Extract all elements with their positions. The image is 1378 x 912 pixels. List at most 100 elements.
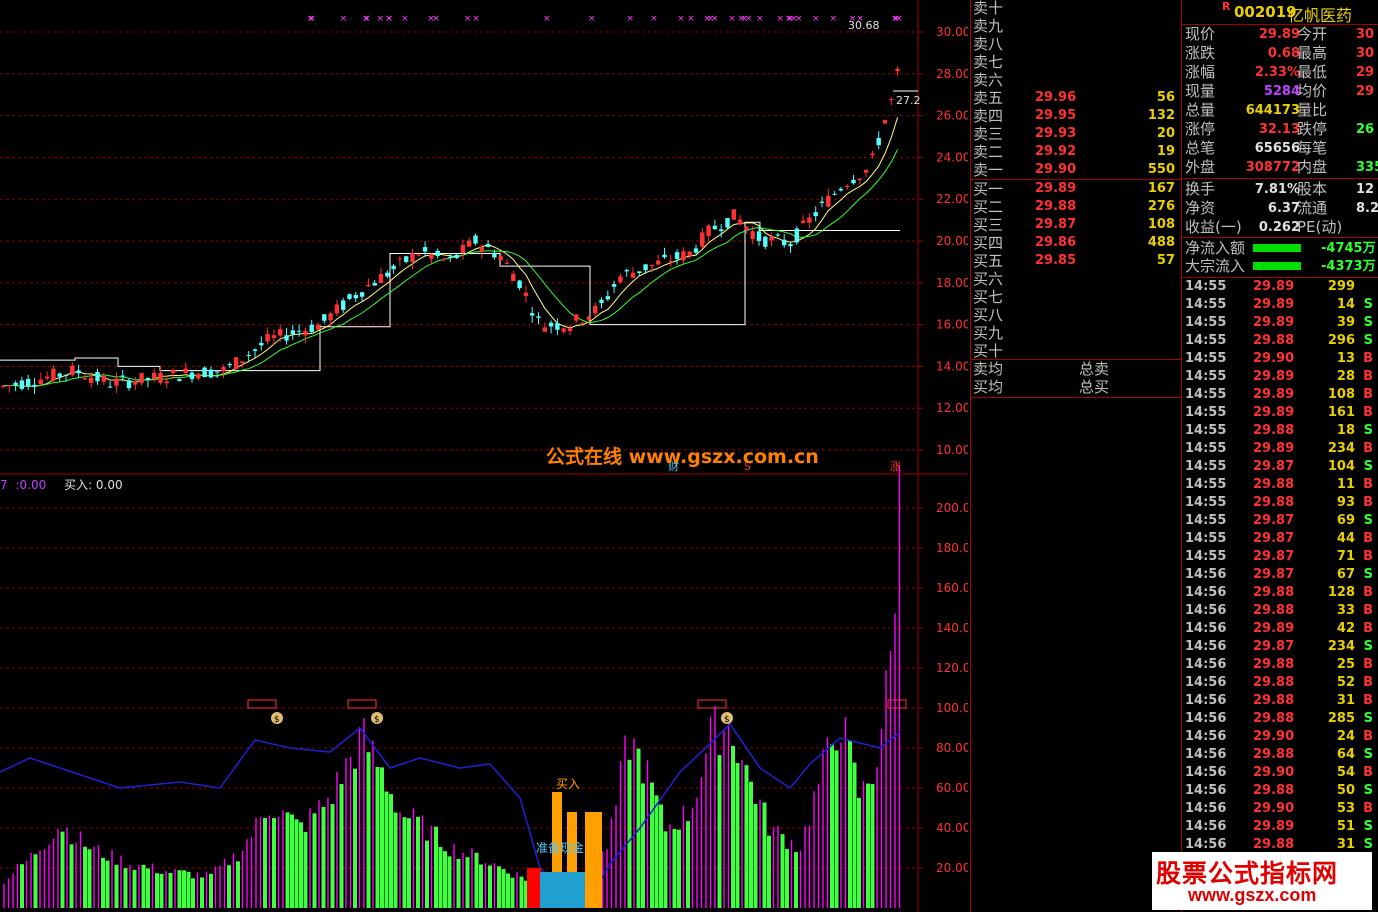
ind-bar-falling <box>123 868 128 908</box>
signal-x-mark: × <box>543 14 551 24</box>
quote-label: 跌停 <box>1297 120 1328 138</box>
quote-label: 外盘 <box>1185 158 1216 176</box>
quote-value: 30 <box>1356 46 1375 61</box>
ind-bar-falling <box>303 831 308 908</box>
candle-body <box>788 244 793 247</box>
candle-body <box>548 322 554 327</box>
sell-level-label: 卖十 <box>973 0 1004 17</box>
tick-price: 29.87 <box>1253 567 1295 582</box>
candle-body <box>819 201 825 203</box>
buy-level-label: 买六 <box>973 270 1004 288</box>
quote-label: 内盘 <box>1297 158 1328 176</box>
tick-direction: S <box>1363 297 1373 312</box>
candle-body <box>366 284 371 287</box>
candle-body <box>278 329 283 336</box>
ind-bar-falling <box>717 755 722 908</box>
quote-label: 总笔 <box>1185 139 1216 157</box>
candle-body <box>448 256 453 259</box>
candle-body <box>82 378 88 380</box>
tick-row: 14:55 29.88 18 S <box>1185 422 1378 440</box>
tick-volume: 51 <box>1336 819 1355 834</box>
buy-level-label: 买十 <box>973 342 1004 360</box>
tick-volume: 296 <box>1327 333 1355 348</box>
tick-direction: B <box>1363 693 1373 708</box>
candle-body <box>435 250 440 257</box>
quote-label: 股本 <box>1297 180 1328 198</box>
candle-body <box>378 274 384 283</box>
sell-level-label: 卖二 <box>973 143 1004 161</box>
candle-body <box>303 330 308 336</box>
tick-price: 29.88 <box>1253 747 1295 762</box>
candle-body <box>813 212 818 217</box>
tick-time: 14:55 <box>1185 315 1227 330</box>
money-signal-box <box>697 699 727 709</box>
quote-label: 换手 <box>1185 180 1216 198</box>
tick-price: 29.87 <box>1253 531 1295 546</box>
tick-time: 14:55 <box>1185 387 1227 402</box>
ind-bar-falling <box>393 812 398 908</box>
site-banner[interactable]: 股票公式指标网 www.gszx.com <box>1152 852 1372 910</box>
candle-body <box>416 254 421 256</box>
candle-body <box>687 251 692 256</box>
price-tick-label: 30.00 <box>936 25 968 39</box>
tick-time: 14:56 <box>1185 567 1227 582</box>
ind-bar-falling <box>263 817 267 908</box>
quote-label: 最高 <box>1297 44 1328 62</box>
candle-body <box>826 195 831 207</box>
ind-bar-falling <box>384 791 389 908</box>
buy-level-volume: 57 <box>1156 253 1175 268</box>
ind-bar-falling <box>866 783 870 908</box>
order-book-divider <box>971 397 1181 398</box>
indicator-header-a: 7 <box>0 478 8 492</box>
tick-price: 29.90 <box>1253 801 1295 816</box>
quote-row: 涨幅 2.33% 最低 29 <box>1185 63 1378 82</box>
tick-row: 14:55 29.89 234 B <box>1185 440 1378 458</box>
stock-header[interactable]: R 002019 亿帆医药 <box>1182 0 1378 25</box>
buy-level-row: 买二 29.88 276 <box>973 198 1179 216</box>
high-price-label: 30.68 <box>848 19 880 32</box>
tick-time: 14:55 <box>1185 333 1227 348</box>
ind-bar-falling <box>650 782 654 908</box>
quote-value: 0.68 <box>1267 46 1300 61</box>
tick-time: 14:55 <box>1185 459 1227 474</box>
tick-row: 14:56 29.89 42 B <box>1185 620 1378 638</box>
kline-chart[interactable]: 30.00 28.00 26.00 24.00 22.00 20.00 18.00 16.00… <box>0 0 968 912</box>
tick-volume: 24 <box>1336 729 1355 744</box>
candle-body <box>763 236 768 247</box>
tick-price: 29.87 <box>1253 459 1295 474</box>
chart-area[interactable]: 30.00 28.00 26.00 24.00 22.00 20.00 18.00 16.00… <box>0 0 968 912</box>
price-tick-label: 12.00 <box>936 401 968 415</box>
tick-direction: B <box>1363 675 1373 690</box>
sell-level-label: 卖九 <box>973 17 1004 35</box>
ind-bar-falling <box>209 873 213 908</box>
ind-bar-falling <box>20 864 24 908</box>
quote-value: 8.2 <box>1356 201 1378 216</box>
tick-row: 14:55 29.90 13 B <box>1185 350 1378 368</box>
quote-label: 现价 <box>1185 25 1216 43</box>
tick-row: 14:55 29.88 93 B <box>1185 494 1378 512</box>
block-inflow-value: -4373万 <box>1321 259 1376 274</box>
flow-bar <box>1253 262 1301 270</box>
candle-body <box>322 314 327 321</box>
buy-level-row: 买十 <box>973 342 1179 360</box>
ind-bar-falling <box>443 851 447 908</box>
signal-x-mark: × <box>362 14 370 24</box>
quote-label: 涨幅 <box>1185 63 1216 81</box>
tick-direction: B <box>1363 351 1373 366</box>
sell-level-price: 29.93 <box>1035 126 1077 141</box>
candle-body <box>485 244 491 247</box>
tick-time: 14:56 <box>1185 783 1227 798</box>
sell-level-volume: 550 <box>1147 162 1175 177</box>
quote-value: 29 <box>1356 84 1375 99</box>
tick-volume: 53 <box>1336 801 1355 816</box>
ind-tick-label: 140.0 <box>936 621 968 635</box>
ind-bar-falling <box>794 852 798 908</box>
signal-x-mark: × <box>812 14 820 24</box>
tick-row: 14:55 29.87 71 B <box>1185 548 1378 566</box>
candle-body <box>744 226 749 231</box>
candle-body <box>315 324 321 330</box>
candle-body <box>164 381 169 384</box>
candle-body <box>76 370 81 374</box>
tick-direction: S <box>1363 459 1373 474</box>
indicator-header-buy: 买入: 0.00 <box>64 478 123 492</box>
